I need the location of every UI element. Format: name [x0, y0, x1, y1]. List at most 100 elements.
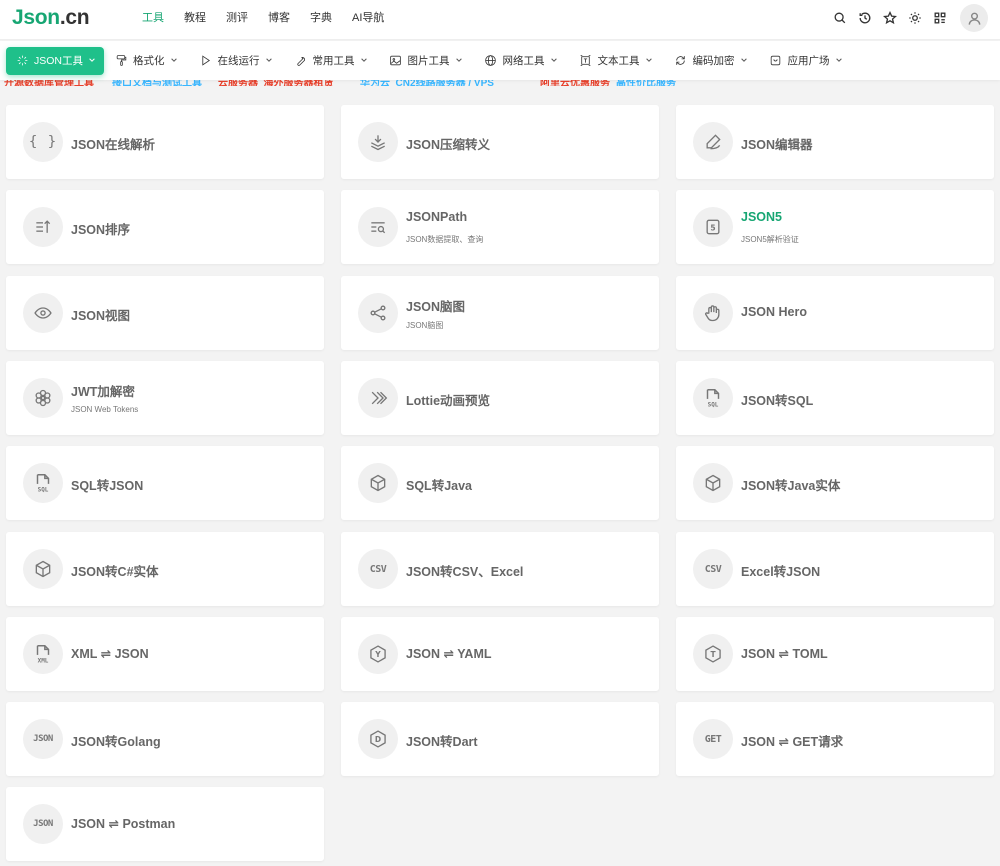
tool-card[interactable]: JWT加解密 JSON Web Tokens	[6, 361, 324, 435]
nav-dictionary[interactable]: 字典	[300, 0, 342, 40]
chevron-down-icon	[455, 56, 463, 66]
user-avatar-icon[interactable]	[960, 4, 988, 32]
menu-item-0[interactable]: JSON工具	[6, 46, 105, 75]
tool-card[interactable]: JSON转C#实体	[6, 532, 324, 606]
json-text-icon: JSON	[23, 804, 63, 844]
tool-card[interactable]: SQL转Java	[341, 446, 659, 520]
tool-card[interactable]: JSON视图	[6, 276, 324, 350]
svg-text:SQL: SQL	[708, 401, 719, 408]
tool-title: JSON转CSV、Excel	[406, 565, 524, 579]
tool-card[interactable]: D JSON转Dart	[341, 702, 659, 776]
menu-item-4[interactable]: 图片工具	[379, 47, 474, 75]
tool-card[interactable]: 5 JSON5 JSON5解析验证	[676, 190, 994, 264]
chevron-down-icon	[88, 56, 96, 66]
tool-card[interactable]: JSON JSON ⇌ Postman	[6, 787, 324, 861]
menu-item-1[interactable]: 格式化	[104, 47, 189, 75]
tool-card[interactable]: JSON JSON转Golang	[6, 702, 324, 776]
nav-tools[interactable]: 工具	[132, 0, 174, 40]
tool-card[interactable]: JSON转Java实体	[676, 446, 994, 520]
sql-file-icon: SQL	[23, 463, 63, 503]
tool-card[interactable]: XML XML ⇌ JSON	[6, 617, 324, 691]
cube-icon	[693, 463, 733, 503]
site-logo[interactable]: Json.cn	[12, 6, 90, 30]
chevrons-icon	[358, 378, 398, 418]
menu-item-label: 应用广场	[787, 55, 830, 67]
cube-icon	[23, 549, 63, 589]
history-icon[interactable]	[852, 4, 877, 32]
svg-text:T: T	[710, 650, 716, 659]
tool-title: XML ⇌ JSON	[71, 647, 149, 661]
csv-icon: CSV	[693, 549, 733, 589]
cycle-arrows-icon	[674, 54, 688, 68]
tool-title: JSON ⇌ YAML	[406, 647, 492, 661]
menu-item-label: 格式化	[133, 55, 165, 67]
svg-text:5: 5	[710, 223, 715, 232]
tool-subtitle: JSON脑图	[406, 321, 444, 330]
sort-icon	[23, 207, 63, 247]
tool-card[interactable]: GET JSON ⇌ GET请求	[676, 702, 994, 776]
tool-card[interactable]: T JSON ⇌ TOML	[676, 617, 994, 691]
paint-roller-icon	[114, 54, 128, 68]
theme-sun-icon[interactable]	[902, 4, 927, 32]
menu-item-3[interactable]: 常用工具	[284, 47, 379, 75]
svg-text:XML: XML	[38, 657, 49, 664]
tool-title: JSONPath	[406, 210, 468, 224]
list-search-icon	[358, 207, 398, 247]
csv-icon: CSV	[358, 549, 398, 589]
tool-card[interactable]: JSONPath JSON数据提取、查询	[341, 190, 659, 264]
tool-title: JSON转Java实体	[741, 479, 841, 493]
star-icon[interactable]	[877, 4, 902, 32]
menu-item-label: 在线运行	[217, 55, 260, 67]
tool-title: JSON转SQL	[741, 394, 814, 408]
nav-blog[interactable]: 博客	[258, 0, 300, 40]
menu-item-label: 文本工具	[597, 55, 640, 67]
nav-tutorials[interactable]: 教程	[174, 0, 216, 40]
braces-icon: { }	[23, 122, 63, 162]
menu-item-7[interactable]: 编码加密	[664, 47, 759, 75]
tool-title: JSON5	[741, 210, 782, 224]
nav-ai-navigation[interactable]: AI导航	[342, 0, 394, 40]
yaml-hex-icon: Y	[358, 634, 398, 674]
tool-card[interactable]: CSV Excel转JSON	[676, 532, 994, 606]
tool-card[interactable]: JSON编辑器	[676, 105, 994, 179]
tool-card[interactable]: Lottie动画预览	[341, 361, 659, 435]
sql-file-icon: SQL	[693, 378, 733, 418]
play-icon	[199, 54, 213, 68]
menu-item-5[interactable]: 网络工具	[474, 47, 569, 75]
svg-text:Y: Y	[374, 650, 381, 659]
nav-reviews[interactable]: 测评	[216, 0, 258, 40]
chevron-down-icon	[550, 56, 558, 66]
apps-grid-icon[interactable]	[927, 4, 952, 32]
menu-item-label: JSON工具	[34, 55, 84, 67]
menu-item-8[interactable]: 应用广场	[759, 47, 854, 75]
tool-card[interactable]: SQL JSON转SQL	[676, 361, 994, 435]
tool-title: JSON脑图	[406, 300, 466, 314]
tool-card[interactable]: CSV JSON转CSV、Excel	[341, 532, 659, 606]
menu-item-label: 编码加密	[692, 55, 735, 67]
tool-title: JSON视图	[71, 309, 131, 323]
tool-title: JSON ⇌ TOML	[741, 647, 828, 661]
image-icon	[389, 54, 403, 68]
chevron-down-icon	[360, 56, 368, 66]
tool-title: JSON转C#实体	[71, 565, 159, 579]
dart-hex-icon: D	[358, 719, 398, 759]
edit-pen-icon	[693, 122, 733, 162]
tool-card[interactable]: JSON排序	[6, 190, 324, 264]
tool-card[interactable]: { } JSON在线解析	[6, 105, 324, 179]
tool-card[interactable]: Y JSON ⇌ YAML	[341, 617, 659, 691]
tool-card[interactable]: JSON压缩转义	[341, 105, 659, 179]
menu-item-6[interactable]: 文本工具	[569, 47, 664, 75]
header-actions	[827, 4, 988, 32]
chevron-down-icon	[740, 56, 748, 66]
tool-title: JSON排序	[71, 223, 131, 237]
tool-card[interactable]: SQL SQL转JSON	[6, 446, 324, 520]
menu-item-2[interactable]: 在线运行	[189, 47, 284, 75]
top-header: Json.cn 工具 教程 测评 博客 字典 AI导航	[0, 0, 1000, 40]
flower-icon	[23, 378, 63, 418]
tool-card[interactable]: JSON脑图 JSON脑图	[341, 276, 659, 350]
search-icon[interactable]	[827, 4, 852, 32]
svg-text:D: D	[375, 735, 381, 744]
chevron-down-icon	[170, 56, 178, 66]
tool-card[interactable]: JSON Hero	[676, 276, 994, 350]
tool-subtitle: JSON5解析验证	[741, 235, 799, 244]
